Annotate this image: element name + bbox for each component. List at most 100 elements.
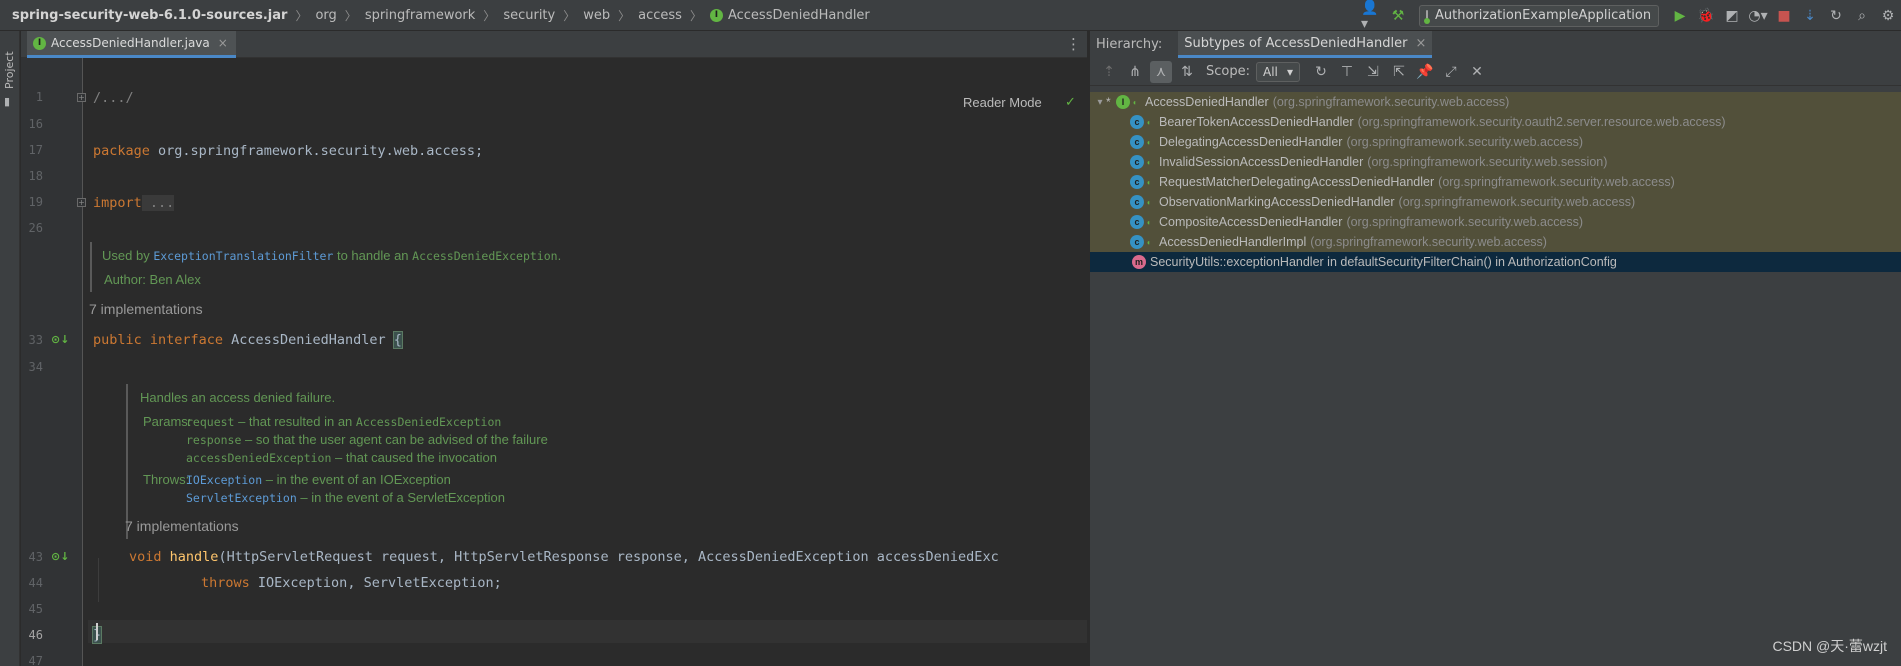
pin-icon[interactable]: 📌 (1414, 61, 1436, 83)
line-number-gutter: 1 16 17 18 19 26 33 34 43 44 45 46 47 ⊙↓… (21, 58, 86, 666)
indent-guide (98, 558, 99, 602)
tree-item-name: DelegatingAccessDeniedHandler (1159, 135, 1343, 149)
chevron-right-icon: 〉 (344, 8, 357, 23)
settings-icon[interactable]: ⚙ (1877, 5, 1899, 27)
tree-item[interactable]: c ◖ ObservationMarkingAccessDeniedHandler… (1090, 192, 1901, 212)
tree-item-name: ObservationMarkingAccessDeniedHandler (1159, 195, 1395, 209)
collapse-all-icon[interactable]: ⇱ (1388, 61, 1410, 83)
tree-item-name: SecurityUtils::exceptionHandler in defau… (1150, 255, 1617, 269)
tree-item-lambda[interactable]: m SecurityUtils::exceptionHandler in def… (1090, 252, 1901, 272)
project-tool-button[interactable]: Project (3, 39, 17, 89)
doc-comment-border (90, 242, 92, 292)
interface-icon: I (33, 36, 46, 50)
tree-item[interactable]: c ◖ AccessDeniedHandlerImpl (org.springfr… (1090, 232, 1901, 252)
param-name: accessDeniedException (186, 451, 332, 465)
line-number: 34 (28, 360, 43, 374)
throws-link[interactable]: ServletException (186, 491, 297, 505)
toolbar-right: 👤▾ ⚒ AuthorizationExampleApplication ▶ 🐞… (1359, 0, 1901, 32)
debug-icon[interactable]: 🐞 (1695, 5, 1717, 27)
stop-icon[interactable]: ■ (1773, 5, 1795, 27)
line-number: 47 (28, 654, 43, 666)
class-icon: c (1130, 215, 1144, 229)
tab-subtypes[interactable]: Subtypes of AccessDeniedHandler × (1178, 31, 1433, 58)
subtypes-icon[interactable]: ⋏ (1150, 60, 1172, 83)
public-icon: ◖ (1146, 197, 1151, 207)
close-icon[interactable]: × (1415, 36, 1426, 51)
fold-icon[interactable]: + (77, 93, 86, 102)
folded-imports[interactable]: ... (141, 195, 175, 211)
doc-link-filter[interactable]: ExceptionTranslationFilter (153, 249, 333, 263)
refresh-icon[interactable]: ↻ (1310, 61, 1332, 83)
fold-icon[interactable]: + (77, 198, 86, 207)
coverage-icon[interactable]: ◩ (1721, 5, 1743, 27)
keyword: public interface (93, 332, 224, 348)
tree-item[interactable]: c ◖ BearerTokenAccessDeniedHandler (org.s… (1090, 112, 1901, 132)
breadcrumb-springframework[interactable]: springframework (365, 8, 475, 23)
close-icon[interactable]: × (218, 36, 228, 50)
doc-throws-label: Throws: (143, 472, 190, 487)
tree-item-package: (org.springframework.security.oauth2.ser… (1357, 115, 1726, 129)
breadcrumb-org[interactable]: org (315, 8, 336, 23)
param-desc: – that resulted in an (238, 414, 353, 429)
sort-icon[interactable]: ⇅ (1176, 61, 1198, 83)
code-area[interactable]: /.../ package org.springframework.securi… (88, 58, 1087, 666)
param-desc: – so that the user agent can be advised … (245, 432, 548, 447)
throws-list: IOException, ServletException; (249, 575, 502, 591)
throws-link[interactable]: IOException (186, 473, 262, 487)
method-name: handle (169, 549, 219, 565)
chevron-right-icon: 〉 (295, 8, 308, 23)
close-icon[interactable]: ✕ (1466, 61, 1488, 83)
tree-item-name: CompositeAccessDeniedHandler (1159, 215, 1343, 229)
implemented-gutter-icon[interactable]: ⊙↓ (51, 550, 69, 563)
implemented-gutter-icon[interactable]: ⊙↓ (51, 333, 69, 346)
expand-all-icon[interactable]: ⇲ (1362, 61, 1384, 83)
navigation-bar: spring-security-web-6.1.0-sources.jar 〉 … (0, 0, 1901, 32)
run-icon[interactable]: ▶ (1669, 5, 1691, 27)
tab-label: AccessDeniedHandler.java (51, 36, 210, 50)
supertypes-icon[interactable]: ⇡ (1098, 61, 1120, 83)
scope-select[interactable]: All ▾ (1255, 61, 1300, 82)
breadcrumb-jar[interactable]: spring-security-web-6.1.0-sources.jar (12, 8, 287, 23)
code-line-19: import ... (93, 193, 175, 213)
user-icon[interactable]: 👤▾ (1361, 0, 1383, 32)
class-icon: c (1130, 175, 1144, 189)
interface-icon: I (709, 8, 723, 22)
breadcrumb-class[interactable]: AccessDeniedHandler (728, 8, 870, 23)
doc-params-label: Params: (143, 414, 192, 429)
tree-item[interactable]: c ◖ InvalidSessionAccessDeniedHandler (or… (1090, 152, 1901, 172)
expand-arrow-icon[interactable]: ▾ (1094, 97, 1106, 108)
tree-item[interactable]: c ◖ RequestMatcherDelegatingAccessDeniedH… (1090, 172, 1901, 192)
more-options-icon[interactable]: ⋮ (1066, 35, 1081, 53)
breadcrumb-security[interactable]: security (503, 8, 555, 23)
throws-desc: – in the event of an IOException (265, 472, 451, 487)
class-hierarchy-icon[interactable]: ⋔ (1124, 61, 1146, 83)
tree-item[interactable]: c ◖ CompositeAccessDeniedHandler (org.spr… (1090, 212, 1901, 232)
implementations-hint[interactable]: 7 implementations (125, 518, 239, 534)
tab-access-denied-handler[interactable]: I AccessDeniedHandler.java × (27, 31, 236, 58)
tree-root-package: (org.springframework.security.web.access… (1272, 95, 1510, 109)
code-line-1: /.../ (93, 90, 134, 106)
tree-item[interactable]: c ◖ DelegatingAccessDeniedHandler (org.sp… (1090, 132, 1901, 152)
breadcrumb-web[interactable]: web (583, 8, 610, 23)
folder-icon[interactable]: ▮ (4, 95, 10, 108)
vcs-update-icon[interactable]: ⇣ (1799, 5, 1821, 27)
reader-mode-button[interactable]: Reader Mode (963, 95, 1042, 110)
build-hammer-icon[interactable]: ⚒ (1387, 5, 1409, 27)
profiler-icon[interactable]: ◔▾ (1747, 5, 1769, 27)
breadcrumb-access[interactable]: access (638, 8, 682, 23)
inspection-ok-icon[interactable]: ✓ (1065, 95, 1076, 110)
hierarchy-label: Hierarchy: (1096, 37, 1163, 52)
export-icon[interactable]: ⤢ (1440, 61, 1462, 83)
run-config-label: AuthorizationExampleApplication (1435, 8, 1652, 23)
keyword: package (93, 143, 150, 159)
implementations-hint[interactable]: 7 implementations (89, 301, 203, 317)
refresh-icon[interactable]: ↻ (1825, 5, 1847, 27)
search-icon[interactable]: ⌕ (1851, 5, 1873, 27)
run-configuration-select[interactable]: AuthorizationExampleApplication (1419, 4, 1659, 27)
autoscroll-to-source-icon[interactable]: ⊤ (1336, 61, 1358, 83)
current-line-highlight (88, 620, 1087, 643)
tree-root[interactable]: ▾ * I ◖ AccessDeniedHandler (org.springf… (1090, 92, 1901, 112)
interface-icon: I (1116, 95, 1130, 109)
keyword: throws (201, 575, 250, 591)
class-icon: c (1130, 115, 1144, 129)
